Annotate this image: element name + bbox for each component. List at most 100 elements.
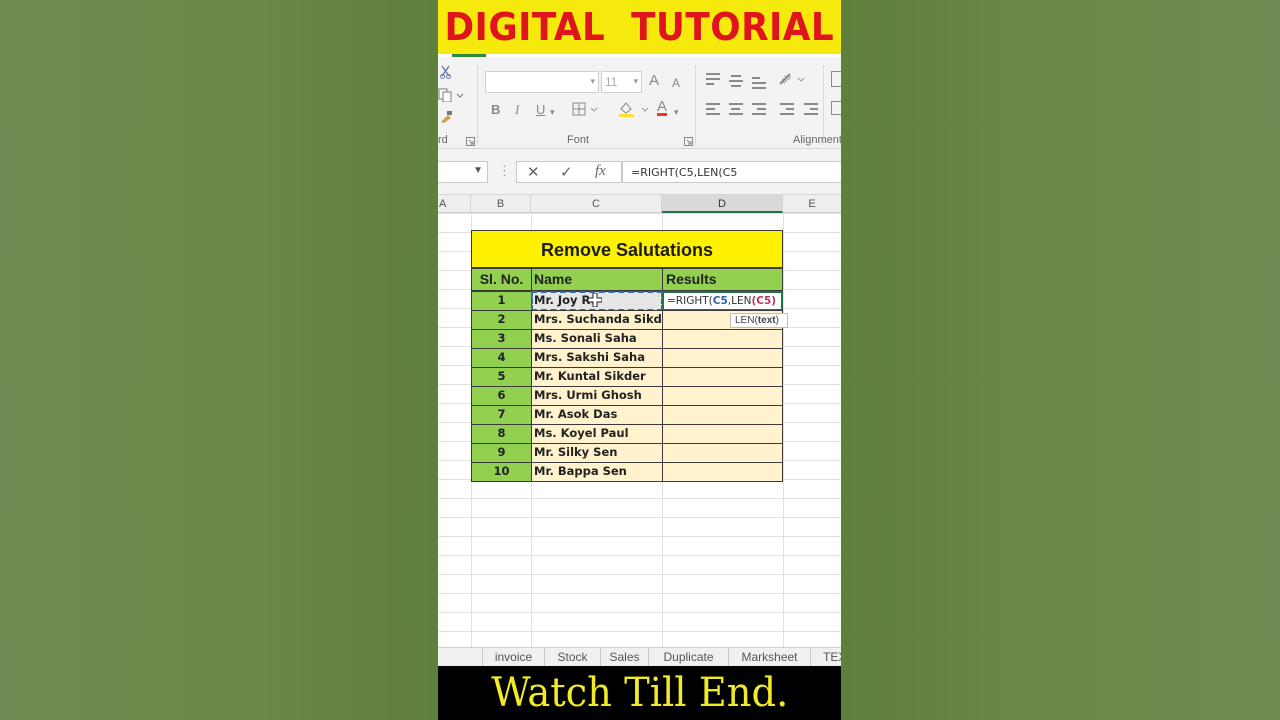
- cancel-icon[interactable]: ✕: [527, 163, 540, 181]
- format-painter-icon[interactable]: [439, 110, 453, 124]
- merge-cells-icon[interactable]: [831, 101, 841, 115]
- font-size-value: 11: [605, 75, 618, 89]
- gridline: [783, 213, 784, 647]
- bottom-caption: Watch Till End.: [438, 666, 841, 720]
- gridline: [438, 574, 841, 575]
- font-color-dropdown-icon[interactable]: ▾: [674, 104, 679, 120]
- row-result[interactable]: [662, 443, 783, 463]
- decrease-indent-icon[interactable]: [780, 103, 794, 115]
- row-name[interactable]: Ms. Sonali Saha: [531, 329, 663, 349]
- row-sl-no[interactable]: 10: [471, 462, 532, 482]
- row-name[interactable]: Mr. Asok Das: [531, 405, 663, 425]
- middle-align-icon[interactable]: [729, 75, 743, 87]
- underline-dropdown-icon[interactable]: ▾: [550, 104, 555, 120]
- formula-input[interactable]: =RIGHT(C5,LEN(C5: [622, 161, 841, 183]
- sheet-tab-invoice[interactable]: invoice: [482, 648, 544, 666]
- sheet-tab-scroll[interactable]: [438, 648, 482, 666]
- italic-button[interactable]: I: [515, 102, 519, 118]
- clipboard-group-label: rd: [438, 134, 448, 146]
- sheet-tab-stock[interactable]: Stock: [544, 648, 600, 666]
- sheet-tabs: invoice Stock Sales Duplicate Marksheet …: [438, 647, 841, 666]
- row-result[interactable]: [662, 329, 783, 349]
- row-name[interactable]: Mrs. Sakshi Saha: [531, 348, 663, 368]
- enter-icon[interactable]: ✓: [560, 163, 573, 181]
- row-sl-no[interactable]: 7: [471, 405, 532, 425]
- wrap-text-icon[interactable]: [831, 71, 841, 87]
- top-align-icon[interactable]: [706, 73, 720, 85]
- column-header-b[interactable]: B: [471, 195, 531, 213]
- sheet-tab-tex[interactable]: TEX: [810, 648, 841, 666]
- underline-button[interactable]: U: [536, 102, 545, 118]
- row-result[interactable]: [662, 405, 783, 425]
- font-name-box[interactable]: ▾: [485, 71, 599, 93]
- row-name[interactable]: Mr. Kuntal Sikder: [531, 367, 663, 387]
- row-result[interactable]: [662, 386, 783, 406]
- row-sl-no[interactable]: 3: [471, 329, 532, 349]
- table-title[interactable]: Remove Salutations: [471, 230, 783, 268]
- row-sl-no[interactable]: 5: [471, 367, 532, 387]
- name-box[interactable]: ▼: [438, 161, 488, 183]
- formula-part-paren-close: ): [771, 295, 777, 307]
- row-result[interactable]: [662, 348, 783, 368]
- active-formula-cell[interactable]: =RIGHT(C5,LEN(C5): [662, 291, 783, 311]
- row-sl-no[interactable]: 4: [471, 348, 532, 368]
- font-dialog-launcher-icon[interactable]: [684, 137, 693, 146]
- row-result[interactable]: [662, 462, 783, 482]
- column-headers: A B C D E: [438, 195, 841, 213]
- banner-title: DIGITAL TUTORIAL: [444, 5, 835, 49]
- sheet-tab-duplicate[interactable]: Duplicate: [648, 648, 728, 666]
- row-sl-no[interactable]: 2: [471, 310, 532, 330]
- ribbon: rd ▾ 11 ▾ A A B I U ▾ A ▾ Font ab Alignm…: [438, 57, 841, 149]
- align-left-icon[interactable]: [706, 103, 720, 115]
- align-center-icon[interactable]: [729, 103, 743, 115]
- header-sl-no[interactable]: Sl. No.: [471, 268, 532, 291]
- orientation-icon[interactable]: ab: [778, 71, 808, 87]
- column-header-c[interactable]: C: [531, 195, 662, 213]
- ribbon-separator: [695, 65, 696, 145]
- shrink-font-button[interactable]: A: [672, 75, 680, 91]
- sheet-tab-marksheet[interactable]: Marksheet: [728, 648, 810, 666]
- column-header-a[interactable]: A: [438, 195, 471, 213]
- align-right-icon[interactable]: [752, 103, 766, 115]
- dialog-launcher-icon[interactable]: [466, 137, 475, 146]
- row-sl-no[interactable]: 1: [471, 291, 532, 311]
- formula-part-ref1: C5: [712, 295, 728, 307]
- gridline: [438, 612, 841, 613]
- header-name[interactable]: Name: [531, 268, 663, 291]
- font-size-box[interactable]: 11 ▾: [601, 71, 642, 93]
- bottom-align-icon[interactable]: [752, 77, 766, 89]
- insert-function-icon[interactable]: fx: [595, 163, 606, 180]
- fill-color-icon[interactable]: [618, 100, 652, 118]
- row-name[interactable]: Mr. Silky Sen: [531, 443, 663, 463]
- name-box-dropdown-icon[interactable]: ▼: [473, 165, 483, 176]
- grow-font-button[interactable]: A: [649, 73, 659, 89]
- column-header-d[interactable]: D: [662, 195, 783, 213]
- tooltip-argument: text: [757, 315, 776, 326]
- copy-icon[interactable]: [438, 88, 464, 102]
- row-name[interactable]: Mr. Bappa Sen: [531, 462, 663, 482]
- gridline: [438, 498, 841, 499]
- column-header-e[interactable]: E: [783, 195, 841, 213]
- row-name[interactable]: Ms. Koyel Paul: [531, 424, 663, 444]
- alignment-group-label: Alignment: [793, 134, 841, 146]
- row-name[interactable]: Mrs. Urmi Ghosh: [531, 386, 663, 406]
- bold-button[interactable]: B: [491, 102, 500, 118]
- font-name-dropdown-icon[interactable]: ▾: [590, 76, 595, 87]
- gridline: [438, 536, 841, 537]
- row-sl-no[interactable]: 8: [471, 424, 532, 444]
- cut-icon[interactable]: [440, 65, 452, 79]
- formula-bar: ▼ ⋮ ✕ ✓ fx =RIGHT(C5,LEN(C5: [438, 149, 841, 195]
- row-result[interactable]: [662, 424, 783, 444]
- sheet-tab-sales[interactable]: Sales: [600, 648, 648, 666]
- row-name[interactable]: Mrs. Suchanda Sikder: [531, 310, 663, 330]
- font-size-dropdown-icon[interactable]: ▾: [633, 76, 638, 87]
- row-sl-no[interactable]: 6: [471, 386, 532, 406]
- gridline: [438, 631, 841, 632]
- formula-bar-grip-icon: ⋮: [498, 163, 511, 178]
- row-sl-no[interactable]: 9: [471, 443, 532, 463]
- header-results[interactable]: Results: [662, 268, 783, 291]
- font-color-button[interactable]: A: [657, 99, 667, 115]
- increase-indent-icon[interactable]: [804, 103, 818, 115]
- row-result[interactable]: [662, 367, 783, 387]
- borders-icon[interactable]: [572, 102, 600, 116]
